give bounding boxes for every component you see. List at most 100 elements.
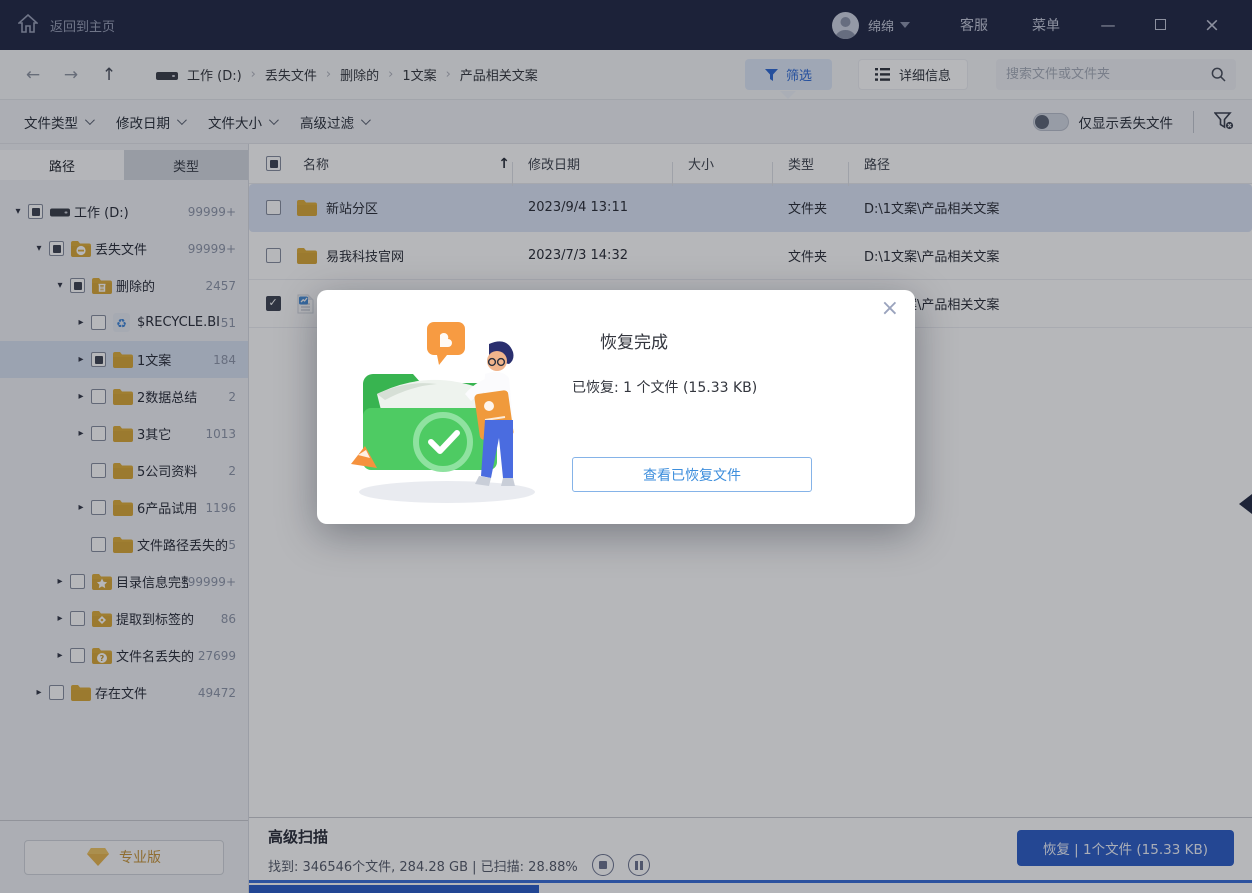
- tree-item-3其它[interactable]: ▸3其它1013: [0, 415, 248, 452]
- column-header-size[interactable]: 大小: [680, 154, 780, 173]
- tree-item-文件名丢失的[interactable]: ▸?文件名丢失的27699: [0, 637, 248, 674]
- tree-item-工作 (D:)[interactable]: ▾工作 (D:)99999+: [0, 193, 248, 230]
- column-header-name[interactable]: 名称↑: [295, 154, 520, 173]
- table-row[interactable]: 易我科技官网2023/7/3 14:32文件夹D:\1文案\产品相关文案: [249, 232, 1252, 280]
- support-link[interactable]: 客服: [960, 15, 988, 35]
- user-menu-caret-icon[interactable]: [900, 22, 910, 28]
- back-to-home-button[interactable]: 返回到主页: [0, 14, 115, 37]
- tree-expand-icon[interactable]: ▸: [52, 613, 68, 624]
- tree-item-label: 1文案: [137, 350, 213, 369]
- close-button[interactable]: ×: [1186, 14, 1238, 36]
- folder-icon: [297, 248, 317, 264]
- breadcrumb-item[interactable]: 工作 (D:): [187, 65, 242, 84]
- tree-expand-icon[interactable]: ▾: [31, 243, 47, 254]
- tree-checkbox[interactable]: [49, 685, 64, 700]
- row-checkbox[interactable]: [266, 200, 281, 215]
- up-arrow-button[interactable]: ↑: [90, 65, 128, 85]
- maximize-button[interactable]: [1134, 16, 1186, 34]
- tree-expand-icon[interactable]: ▸: [52, 576, 68, 587]
- tree-checkbox[interactable]: [91, 315, 106, 330]
- view-recovered-files-button[interactable]: 查看已恢复文件: [572, 457, 812, 492]
- tree-item-2数据总结[interactable]: ▸2数据总结2: [0, 378, 248, 415]
- clear-filter-icon[interactable]: [1214, 112, 1234, 131]
- breadcrumb-item[interactable]: 1文案: [402, 65, 436, 84]
- tree-expand-icon[interactable]: ▸: [73, 317, 89, 328]
- tree-item-count: 2: [228, 390, 248, 404]
- column-header-path[interactable]: 路径: [856, 154, 1252, 173]
- tree-checkbox[interactable]: [91, 389, 106, 404]
- view-recovered-files-label: 查看已恢复文件: [643, 465, 741, 485]
- back-arrow-button[interactable]: ←: [14, 65, 52, 85]
- file-path: D:\1文案\产品相关文案: [856, 198, 1252, 217]
- tree-checkbox[interactable]: [70, 611, 85, 626]
- tree-item-1文案[interactable]: ▸1文案184: [0, 341, 248, 378]
- tree-item-目录信息完整的[interactable]: ▸目录信息完整的99999+: [0, 563, 248, 600]
- breadcrumb-item[interactable]: 产品相关文案: [460, 65, 538, 84]
- tree-item-删除的[interactable]: ▾删除的2457: [0, 267, 248, 304]
- recovery-complete-dialog: ×: [317, 290, 915, 524]
- filter-button[interactable]: 筛选: [745, 59, 832, 90]
- title-bar: 返回到主页 绵绵 客服 菜单 — ×: [0, 0, 1252, 50]
- tree-checkbox[interactable]: [91, 426, 106, 441]
- recover-button[interactable]: 恢复 | 1个文件 (15.33 KB): [1017, 830, 1234, 866]
- search-input[interactable]: [1006, 67, 1211, 82]
- sidebar-tab-路径[interactable]: 路径: [0, 150, 124, 180]
- pro-version-button[interactable]: 专业版: [24, 840, 224, 875]
- pause-scan-button[interactable]: [628, 854, 650, 876]
- tree-expand-icon[interactable]: ▸: [73, 502, 89, 513]
- recovery-illustration: [339, 316, 539, 510]
- breadcrumb-item[interactable]: 丢失文件: [265, 65, 317, 84]
- tree-expand-icon[interactable]: ▾: [52, 280, 68, 291]
- forward-arrow-button[interactable]: →: [52, 65, 90, 85]
- tree-expand-icon[interactable]: ▾: [10, 206, 26, 217]
- breadcrumb-item[interactable]: 删除的: [340, 65, 379, 84]
- tree-item-$RECYCLE.BIN[interactable]: ▸♻$RECYCLE.BIN51: [0, 304, 248, 341]
- menu-link[interactable]: 菜单: [1032, 15, 1060, 35]
- tree-expand-icon[interactable]: ▸: [73, 391, 89, 402]
- minimize-button[interactable]: —: [1082, 16, 1134, 34]
- tree-item-label: 提取到标签的: [116, 609, 221, 628]
- tree-checkbox[interactable]: [91, 352, 106, 367]
- filter-chip-修改日期[interactable]: 修改日期: [116, 112, 184, 132]
- user-name[interactable]: 绵绵: [868, 16, 894, 35]
- tree-checkbox[interactable]: [70, 278, 85, 293]
- row-checkbox[interactable]: [266, 296, 281, 311]
- tree-item-6产品试用[interactable]: ▸6产品试用1196: [0, 489, 248, 526]
- table-row[interactable]: 新站分区2023/9/4 13:11文件夹D:\1文案\产品相关文案: [249, 184, 1252, 232]
- tree-checkbox[interactable]: [70, 648, 85, 663]
- tree-expand-icon[interactable]: ▸: [73, 428, 89, 439]
- tree-checkbox[interactable]: [91, 537, 106, 552]
- tree-expand-icon[interactable]: ▸: [52, 650, 68, 661]
- search-icon[interactable]: [1211, 67, 1226, 82]
- tree-expand-icon[interactable]: ▸: [31, 687, 47, 698]
- select-all-checkbox[interactable]: [266, 156, 281, 171]
- row-checkbox[interactable]: [266, 248, 281, 263]
- column-header-type[interactable]: 类型: [780, 154, 856, 173]
- filter-chip-文件类型[interactable]: 文件类型: [24, 112, 92, 132]
- lost-files-only-toggle[interactable]: [1033, 113, 1069, 131]
- dialog-close-icon[interactable]: ×: [881, 298, 899, 320]
- details-view-button[interactable]: 详细信息: [858, 59, 968, 90]
- tree-item-提取到标签的[interactable]: ▸提取到标签的86: [0, 600, 248, 637]
- tree-checkbox[interactable]: [28, 204, 43, 219]
- panel-collapse-arrow-icon[interactable]: [1239, 494, 1252, 514]
- stop-scan-button[interactable]: [592, 854, 614, 876]
- folder-icon: [71, 685, 95, 701]
- search-box[interactable]: [996, 59, 1236, 90]
- tree-checkbox[interactable]: [49, 241, 64, 256]
- sort-ascending-icon[interactable]: ↑: [498, 156, 510, 172]
- folder-minus-icon: [71, 241, 95, 257]
- tree-checkbox[interactable]: [70, 574, 85, 589]
- tree-expand-icon[interactable]: ▸: [73, 354, 89, 365]
- tree-checkbox[interactable]: [91, 500, 106, 515]
- filter-chip-高级过滤[interactable]: 高级过滤: [300, 112, 368, 132]
- tree-item-5公司资料[interactable]: 5公司资料2: [0, 452, 248, 489]
- sidebar-tab-类型[interactable]: 类型: [124, 150, 248, 180]
- tree-item-文件路径丢失的[interactable]: 文件路径丢失的5: [0, 526, 248, 563]
- tree-checkbox[interactable]: [91, 463, 106, 478]
- tree-item-丢失文件[interactable]: ▾丢失文件99999+: [0, 230, 248, 267]
- column-header-date[interactable]: 修改日期: [520, 154, 680, 173]
- user-avatar[interactable]: [832, 12, 859, 39]
- tree-item-存在文件[interactable]: ▸存在文件49472: [0, 674, 248, 711]
- filter-chip-文件大小[interactable]: 文件大小: [208, 112, 276, 132]
